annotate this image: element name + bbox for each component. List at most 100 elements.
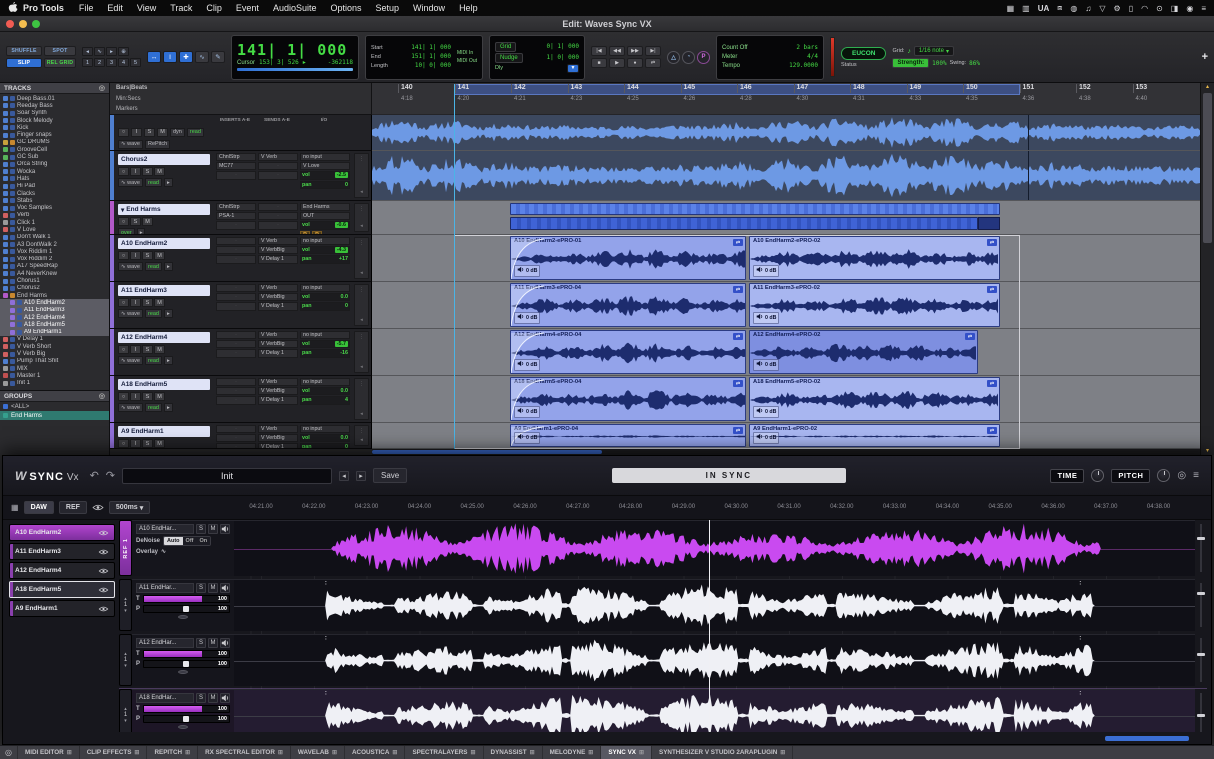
insert-slot-psa-1[interactable]: PSA-1 bbox=[216, 212, 256, 220]
solo-button[interactable]: S bbox=[142, 298, 153, 307]
pitch-slider[interactable]: 100 bbox=[143, 605, 230, 613]
send-slot-v-delay-1[interactable]: V Delay 1 bbox=[258, 255, 298, 263]
track-list-item-gc-sub[interactable]: GC Sub bbox=[0, 153, 109, 160]
menu-item-window[interactable]: Window bbox=[413, 3, 445, 13]
track-fold-controls[interactable]: ⋮◂ bbox=[354, 153, 369, 198]
track-list-item-mix[interactable]: MIX bbox=[0, 365, 109, 372]
dock-tab-spectralayers[interactable]: SPECTRALAYERS⊞ bbox=[405, 746, 483, 759]
rec-button[interactable]: ○ bbox=[118, 439, 129, 448]
insert-slot-empty[interactable]: · bbox=[216, 221, 256, 229]
mode-spot-button[interactable]: SPOT bbox=[44, 46, 76, 56]
track-vol-display[interactable]: vol0.0 bbox=[300, 387, 350, 395]
clip-gain-badge[interactable]: 0 dB bbox=[753, 406, 779, 418]
inp-button[interactable]: I bbox=[130, 251, 141, 260]
selector-tool-button[interactable]: I bbox=[163, 51, 177, 63]
send-slot-v-verb[interactable]: V Verb bbox=[258, 378, 298, 386]
trim-tool-button[interactable]: ↔ bbox=[147, 51, 161, 63]
vslider-handle[interactable] bbox=[1197, 714, 1205, 717]
solo-button[interactable]: S bbox=[142, 392, 153, 401]
io-input-bus[interactable]: End Harms bbox=[300, 203, 350, 211]
edit-horizontal-scroll-thumb[interactable] bbox=[372, 450, 602, 454]
send-slot-v-delay-1[interactable]: V Delay 1 bbox=[258, 396, 298, 404]
lane-a11-endharm3[interactable]: A11 EndHarm3-ePRO-040 dB⇄A11 EndHarm3-eP… bbox=[372, 282, 1200, 329]
minimize-window-button[interactable] bbox=[19, 20, 27, 28]
lane-up-icon[interactable]: ▴ bbox=[124, 597, 127, 601]
automation-mode-chip[interactable]: read bbox=[145, 356, 162, 365]
menu-menu-icon[interactable]: ≡ bbox=[1201, 4, 1206, 13]
send-slot-v-delay-1[interactable]: V Delay 1 bbox=[258, 443, 298, 449]
track-name-button[interactable]: A11 EndHarm3 bbox=[118, 285, 210, 296]
menu-item-view[interactable]: View bbox=[137, 3, 156, 13]
clip-loop-icon[interactable]: ⇄ bbox=[733, 286, 743, 293]
track-vol-display[interactable]: vol-2.5 bbox=[300, 171, 350, 179]
solo-button[interactable]: S bbox=[142, 345, 153, 354]
edit-playhead[interactable] bbox=[454, 84, 455, 449]
insert-slot-empty[interactable]: · bbox=[216, 331, 256, 339]
layout-grid-icon[interactable]: ▦ bbox=[11, 503, 19, 512]
insert-slot-empty[interactable]: · bbox=[216, 396, 256, 404]
pre-roll-button[interactable]: ◔ bbox=[682, 51, 695, 64]
fold-collapse-icon[interactable]: ◂ bbox=[360, 270, 363, 276]
send-slot-v-verbbig[interactable]: V VerbBig bbox=[258, 293, 298, 301]
automation-mode-chip[interactable]: read bbox=[145, 403, 162, 412]
zoom-preset-4[interactable]: 4 bbox=[118, 58, 129, 67]
power-icon[interactable]: ◎ bbox=[1177, 470, 1186, 481]
menu-app-name[interactable]: Pro Tools bbox=[23, 3, 64, 13]
insert-slot-empty[interactable]: · bbox=[216, 340, 256, 348]
menu-cloud-icon[interactable]: ▽ bbox=[1099, 4, 1105, 13]
bar-number[interactable]: 152 bbox=[1079, 84, 1091, 91]
bar-number[interactable]: 148 bbox=[853, 84, 865, 91]
lane-waveform-area-a11-endhar[interactable]: ⋮⋮⋮ bbox=[234, 579, 1195, 631]
plugin-track-chip-a11-endharm3[interactable]: A11 EndHarm3 bbox=[9, 543, 115, 560]
mute-button[interactable]: M bbox=[154, 345, 165, 354]
clip-gain-badge[interactable]: 0 dB bbox=[514, 312, 540, 324]
eye-icon[interactable] bbox=[98, 549, 109, 555]
clip-gain-badge[interactable]: 0 dB bbox=[514, 265, 540, 277]
metronome-button[interactable]: △ bbox=[667, 51, 680, 64]
mode-grid-button[interactable]: REL GRID bbox=[44, 58, 76, 68]
mode-slip-button[interactable]: SLIP bbox=[6, 58, 42, 68]
rec-button[interactable]: ○ bbox=[118, 251, 129, 260]
clip-a11-endharm3-epro-02[interactable]: A11 EndHarm3-ePRO-020 dB⇄ bbox=[749, 283, 1000, 327]
send-slot-empty[interactable]: · bbox=[258, 171, 298, 179]
nudge-field-label[interactable]: Nudge bbox=[495, 53, 523, 63]
send-slot-empty[interactable]: · bbox=[258, 221, 298, 229]
ruler-minsec-label[interactable]: Min:Secs bbox=[116, 96, 141, 102]
track-list-item-a12-endharm4[interactable]: A12 EndHarm4 bbox=[0, 314, 109, 321]
strength-value[interactable]: 100% bbox=[932, 60, 946, 67]
track-list-item-hi-pad[interactable]: Hi Pad bbox=[0, 183, 109, 190]
track-name-button[interactable]: A9 EndHarm1 bbox=[118, 426, 210, 437]
mute-button[interactable]: M bbox=[154, 392, 165, 401]
io-input[interactable]: no input bbox=[300, 331, 350, 339]
track-vol-display[interactable]: vol0.0 bbox=[300, 434, 350, 442]
zoom-preset-5[interactable]: 5 bbox=[130, 58, 141, 67]
tempo-label[interactable]: Tempo bbox=[722, 62, 740, 70]
track-list-item-finger-snaps[interactable]: Finger snaps bbox=[0, 131, 109, 138]
nudge-field-value[interactable]: 1| 0| 000 bbox=[546, 54, 579, 62]
clip-a18-endharm5-epro-04[interactable]: A18 EndHarm5-ePRO-040 dB⇄ bbox=[510, 377, 746, 421]
track-list-item-hats[interactable]: Hats bbox=[0, 175, 109, 182]
zoom-waveform-icon[interactable]: ∿ bbox=[94, 47, 105, 56]
track-name-button[interactable]: ▾End Harms bbox=[118, 204, 210, 215]
clip-loop-icon[interactable]: ⇄ bbox=[733, 239, 743, 246]
track-list-item-kick[interactable]: Kick bbox=[0, 124, 109, 131]
track-fold-controls[interactable]: ⋮◂ bbox=[354, 284, 369, 326]
inp-button[interactable]: I bbox=[130, 167, 141, 176]
speaker-button-ref[interactable] bbox=[220, 524, 230, 534]
pitch-mode-button[interactable]: PITCH bbox=[1111, 469, 1150, 483]
insert-slot-empty[interactable]: · bbox=[216, 246, 256, 254]
track-list-item-a10-endharm2[interactable]: A10 EndHarm2 bbox=[0, 299, 109, 306]
track-list-item-vox-riddim-2[interactable]: Vox Riddim 2 bbox=[0, 256, 109, 263]
fold-collapse-icon[interactable]: ◂ bbox=[360, 189, 363, 195]
menu-search-icon[interactable]: ⊙ bbox=[1156, 4, 1163, 13]
denoise-option-on[interactable]: On bbox=[197, 537, 211, 545]
track-list-item-v-verb-big[interactable]: V Verb Big bbox=[0, 350, 109, 357]
track-name-button[interactable]: A12 EndHarm4 bbox=[118, 332, 210, 343]
automation-mode-chip[interactable]: over bbox=[118, 228, 135, 235]
meter-label[interactable]: Meter bbox=[722, 53, 737, 61]
clip-gain-badge[interactable]: 0 dB bbox=[753, 432, 779, 444]
dock-tab-midi-editor[interactable]: MIDI EDITOR⊞ bbox=[18, 746, 80, 759]
bar-number[interactable]: 147 bbox=[797, 84, 809, 91]
track-list-item-orca-string[interactable]: Orca String bbox=[0, 161, 109, 168]
menu-item-setup[interactable]: Setup bbox=[376, 3, 400, 13]
